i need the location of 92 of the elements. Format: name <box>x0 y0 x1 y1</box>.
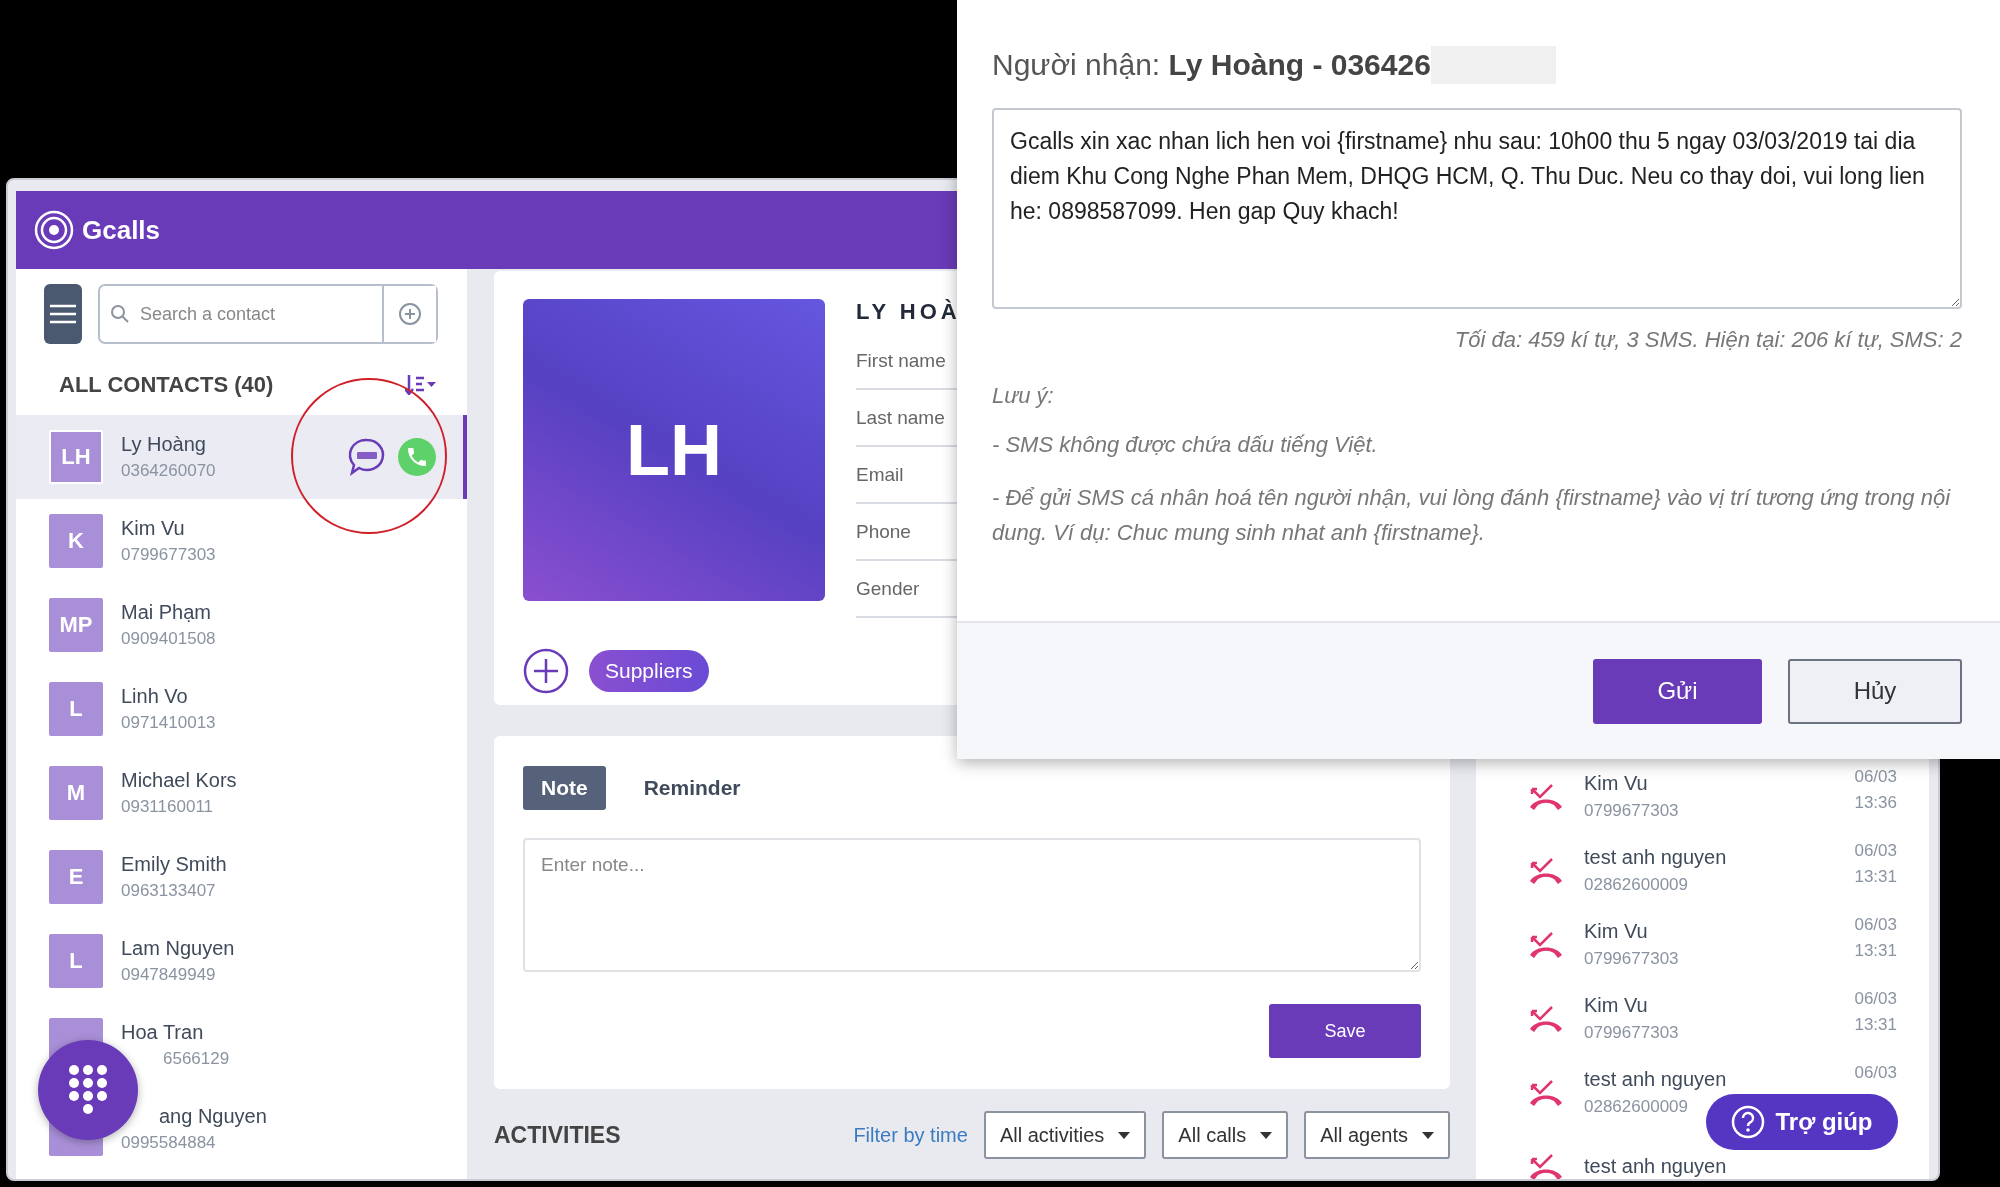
save-button[interactable]: Save <box>1269 1004 1421 1058</box>
add-tag-icon[interactable] <box>523 648 569 694</box>
help-button[interactable]: Trợ giúp <box>1706 1094 1898 1150</box>
sms-button[interactable] <box>347 437 387 477</box>
caret-icon <box>1118 1131 1131 1139</box>
profile-name: LY HOÀ <box>856 299 962 325</box>
call-date: 06/03 <box>1854 989 1897 1009</box>
contact-name: Linh Vo <box>121 685 188 708</box>
character-counter: Tối đa: 459 kí tự, 3 SMS. Hiện tại: 206 kí tự, SMS: 2 <box>1454 327 1962 353</box>
contact-phone: 0947849949 <box>121 965 216 985</box>
filter-dropdown[interactable]: All calls <box>1162 1111 1289 1159</box>
call-time: 13:31 <box>1854 941 1897 961</box>
contact-avatar: L <box>49 934 103 988</box>
field-label: Phone <box>856 520 911 543</box>
caret-icon <box>1260 1131 1273 1139</box>
contact-name: Ly Hoàng <box>121 433 206 456</box>
note-title: Lưu ý: <box>992 383 1055 409</box>
search-icon <box>110 304 130 324</box>
sort-button[interactable] <box>405 375 437 395</box>
call-time: 13:36 <box>1854 793 1897 813</box>
caller-name: test anh nguyen <box>1584 1154 1727 1178</box>
contact-phone: 0909401508 <box>121 629 216 649</box>
profile-avatar: LH <box>523 299 825 601</box>
contact-phone: 0971410013 <box>121 713 216 733</box>
caller-phone: 0799677303 <box>1584 800 1679 821</box>
sms-bubble-icon <box>347 437 387 477</box>
contact-avatar: M <box>49 766 103 820</box>
contact-phone: 0963133407 <box>121 881 216 901</box>
contact-name: Hoa Tran <box>121 1021 204 1044</box>
cancel-button[interactable]: Hủy <box>1788 658 1962 724</box>
caller-name: Kim Vu <box>1584 993 1648 1017</box>
note-tab[interactable]: Reminder <box>625 766 759 810</box>
caller-name: Kim Vu <box>1584 919 1648 943</box>
contact-item[interactable]: LH Ly Hoàng 0364260070 <box>16 415 467 499</box>
field-label: Email <box>856 463 904 486</box>
caller-phone: 02862600009 <box>1584 1096 1688 1117</box>
contacts-heading: ALL CONTACTS (40) <box>59 372 274 398</box>
contact-name: Michael Kors <box>121 769 237 792</box>
call-date: 06/03 <box>1854 1063 1897 1083</box>
contact-name: Emily Smith <box>121 853 227 876</box>
call-time: 13:31 <box>1854 867 1897 887</box>
search-field[interactable]: Search a contact <box>98 284 438 344</box>
field-label: Gender <box>856 577 920 600</box>
contact-phone: 0364260070 <box>121 461 216 481</box>
call-date: 06/03 <box>1854 841 1897 861</box>
help-icon <box>1731 1105 1766 1139</box>
contact-phone: 0931160011 <box>121 797 214 817</box>
contact-name: Mai Phạm <box>121 601 212 624</box>
caller-phone: 02862600009 <box>1584 874 1688 895</box>
note-tab[interactable]: Note <box>523 766 606 810</box>
add-contact-button[interactable] <box>382 286 436 342</box>
menu-icon <box>50 304 76 324</box>
note-field[interactable]: Enter note... <box>523 838 1421 972</box>
filter-dropdown[interactable]: All activities <box>983 1111 1147 1159</box>
call-time: 13:31 <box>1854 1015 1897 1035</box>
phone-circle-icon <box>397 437 437 477</box>
filter-dropdown[interactable]: All agents <box>1304 1111 1450 1159</box>
activities-heading: ACTIVITIES <box>494 1121 622 1149</box>
caller-phone: 0799677303 <box>1584 948 1679 969</box>
contact-avatar: MP <box>49 598 103 652</box>
dialog-title: Người nhận: Ly Hoàng - 036426 <box>992 48 1431 82</box>
contact-name: Lam Nguyen <box>121 937 235 960</box>
caller-name: test anh nguyen <box>1584 845 1727 869</box>
note-text: - SMS không được chứa dấu tiếng Việt. <box>992 431 1379 459</box>
caller-name: test anh nguyen <box>1584 1067 1727 1091</box>
menu-button[interactable] <box>44 284 82 344</box>
contact-avatar: K <box>49 514 103 568</box>
contact-avatar: LH <box>49 430 103 484</box>
filter-link[interactable]: Filter by time <box>853 1123 968 1147</box>
note-text: - Để gửi SMS cá nhân hoá tên người nhận, vui lòng đánh {firstname} vào vị trí tương ứng trong nội dung. Ví dụ: Chuc mung sinh nhat anh {firstname}. <box>992 484 1952 547</box>
contact-phone: 6566129 <box>163 1049 230 1069</box>
plus-circle-icon <box>398 302 422 326</box>
field-label: Last name <box>856 406 945 429</box>
contact-name: ang Nguyen <box>159 1105 267 1128</box>
contact-phone: 0995584884 <box>121 1133 216 1153</box>
logo-icon <box>34 210 74 250</box>
contact-phone: 0799677303 <box>121 545 216 565</box>
caret-icon <box>1422 1131 1434 1139</box>
logo-text: Gcalls <box>82 214 161 246</box>
contact-avatar: E <box>49 850 103 904</box>
dialpad-icon <box>68 1064 108 1116</box>
contact-avatar: L <box>49 682 103 736</box>
caller-name: Kim Vu <box>1584 771 1648 795</box>
field-label: First name <box>856 349 946 372</box>
tag-chip[interactable]: Suppliers <box>589 650 709 692</box>
caller-phone: 0799677303 <box>1584 1022 1679 1043</box>
message-field[interactable]: Gcalls xin xac nhan lich hen voi {firstname} nhu sau: 10h00 thu 5 ngay 03/03/2019 tai dia diem Khu Cong Nghe Phan Mem, DHQG HCM, Q. Thu Duc. Neu co thay doi, vui long lien he: 0898587099. Hen gap Quy khach! <box>992 108 1962 309</box>
send-button[interactable]: Gửi <box>1593 658 1762 724</box>
call-date: 06/03 <box>1854 915 1897 935</box>
call-date: 06/03 <box>1854 767 1897 787</box>
contact-name: Kim Vu <box>121 517 185 540</box>
sort-icon <box>405 375 437 395</box>
